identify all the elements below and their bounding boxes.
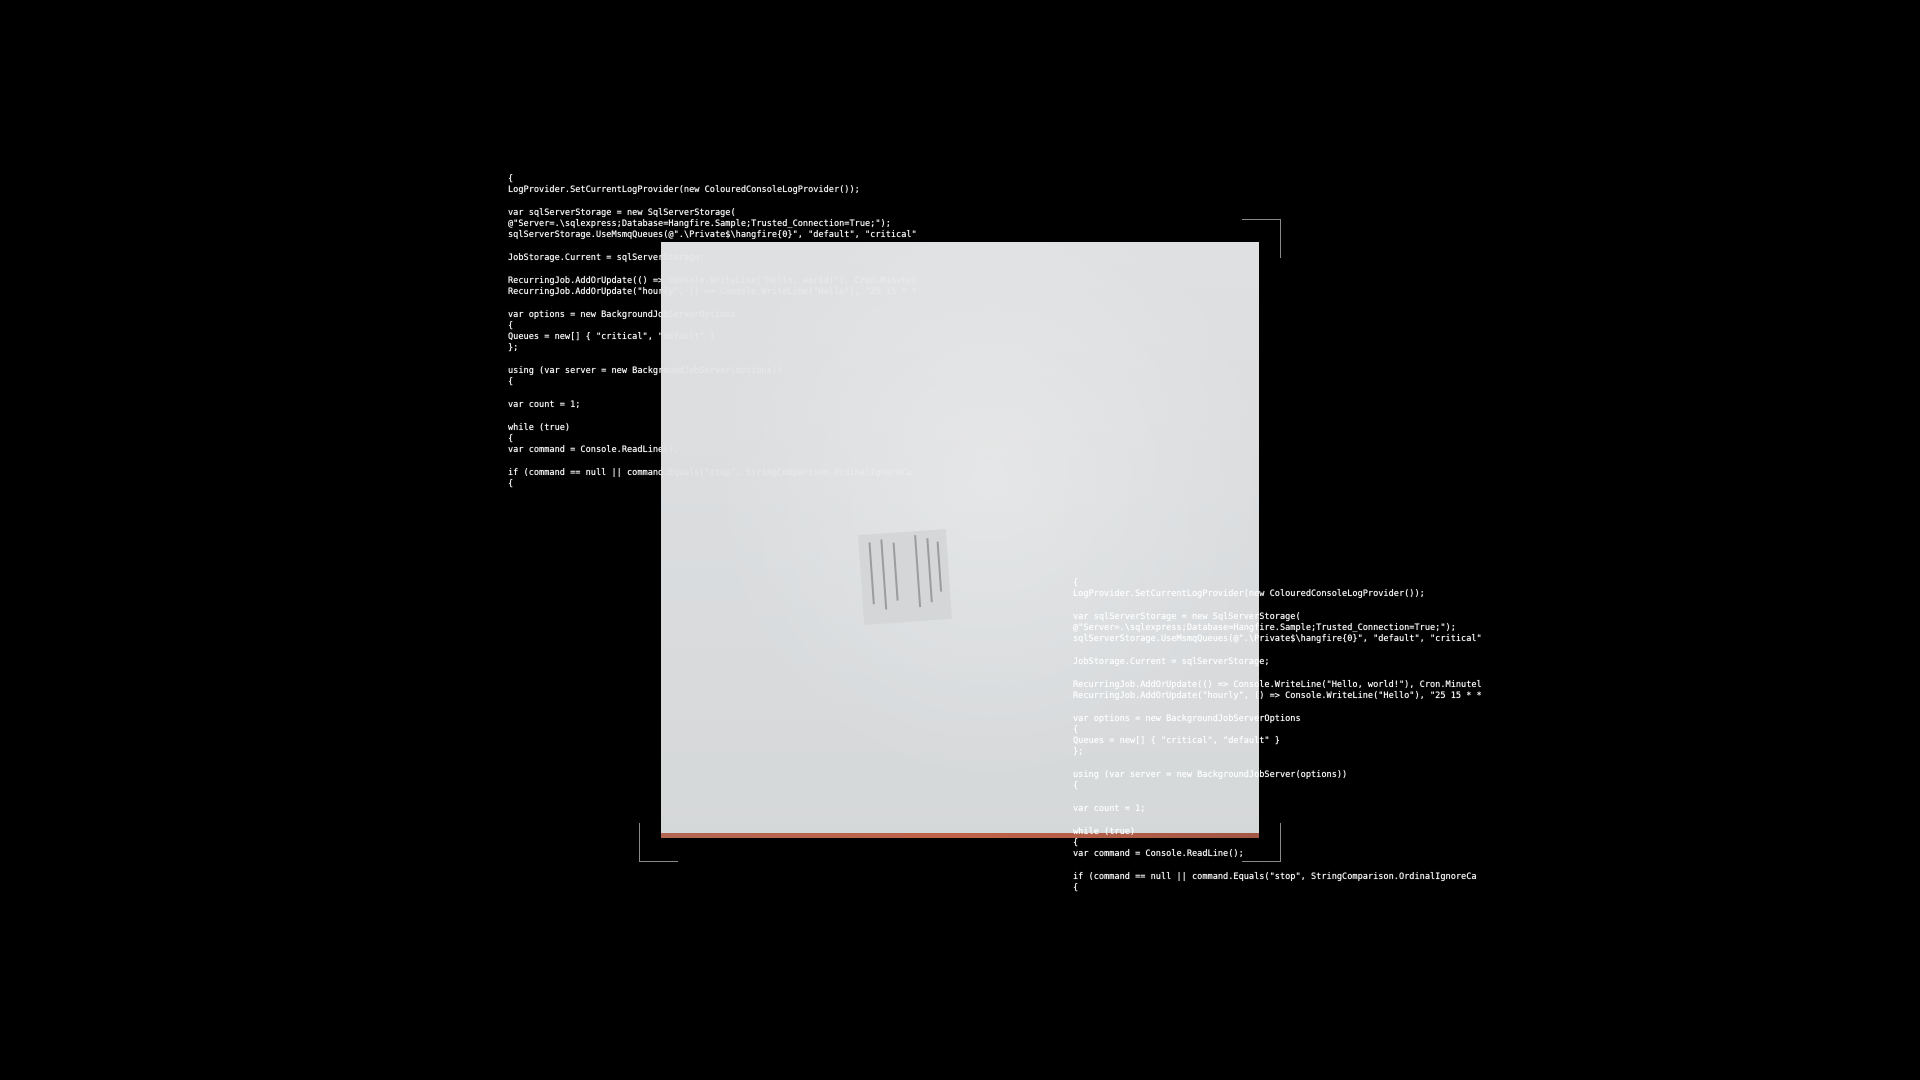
frame-corner-top-right [1242,219,1281,258]
code-line: sqlServerStorage.UseMsmqQueues(@".\Priva… [1073,634,1482,645]
code-line: while (true) [508,422,571,433]
note-line [926,538,933,603]
frame-corner-bottom-left [639,823,678,862]
code-line: { [508,377,514,388]
code-line: { [508,479,514,490]
note-line [892,542,899,601]
note-line [880,539,887,610]
code-line: var sqlServerStorage = new SqlServerStor… [508,207,736,218]
code-line: @"Server=.\sqlexpress;Database=Hangfire.… [508,219,891,230]
code-line: { [508,320,514,331]
code-line: LogProvider.SetCurrentLogProvider(new Co… [508,185,860,196]
code-line: if (command == null || command.Equals("s… [1073,871,1477,882]
code-line: RecurringJob.AddOrUpdate("hourly", () =>… [1073,690,1482,701]
code-line: JobStorage.Current = sqlServerStorage; [1073,657,1270,668]
code-line: { [1073,724,1079,735]
frame-corner-bottom-right [1242,823,1281,862]
code-line: var command = Console.ReadLine(); [1073,849,1244,860]
code-line: }; [1073,747,1084,758]
note-line [936,541,942,592]
code-line: var count = 1; [508,399,581,410]
code-line: var count = 1; [1073,803,1146,814]
code-line: { [1073,578,1079,588]
code-line: { [1073,781,1079,792]
code-line: RecurringJob.AddOrUpdate(() => Console.W… [1073,679,1482,690]
code-line: while (true) [1073,826,1136,837]
code-line: { [1073,837,1079,848]
code-overlay-right: { LogProvider.SetCurrentLogProvider(new … [1073,578,1493,898]
code-line: Queues = new[] { "critical", "default" } [1073,736,1280,747]
code-line: sqlServerStorage.UseMsmqQueues(@".\Priva… [508,230,917,241]
code-line: var options = new BackgroundJobServerOpt… [1073,713,1301,724]
code-line: LogProvider.SetCurrentLogProvider(new Co… [1073,589,1425,600]
code-line: @"Server=.\sqlexpress;Database=Hangfire.… [1073,623,1456,634]
note-line [914,535,921,608]
note-line [868,542,875,605]
code-line: using (var server = new BackgroundJobSer… [1073,770,1348,781]
code-line: { [508,433,514,444]
code-line: var sqlServerStorage = new SqlServerStor… [1073,611,1301,622]
code-line: var command = Console.ReadLine(); [508,445,679,456]
blurred-paper-note [857,529,953,625]
code-line: }; [508,343,519,354]
code-line: { [1073,883,1079,894]
code-line: { [508,174,514,184]
